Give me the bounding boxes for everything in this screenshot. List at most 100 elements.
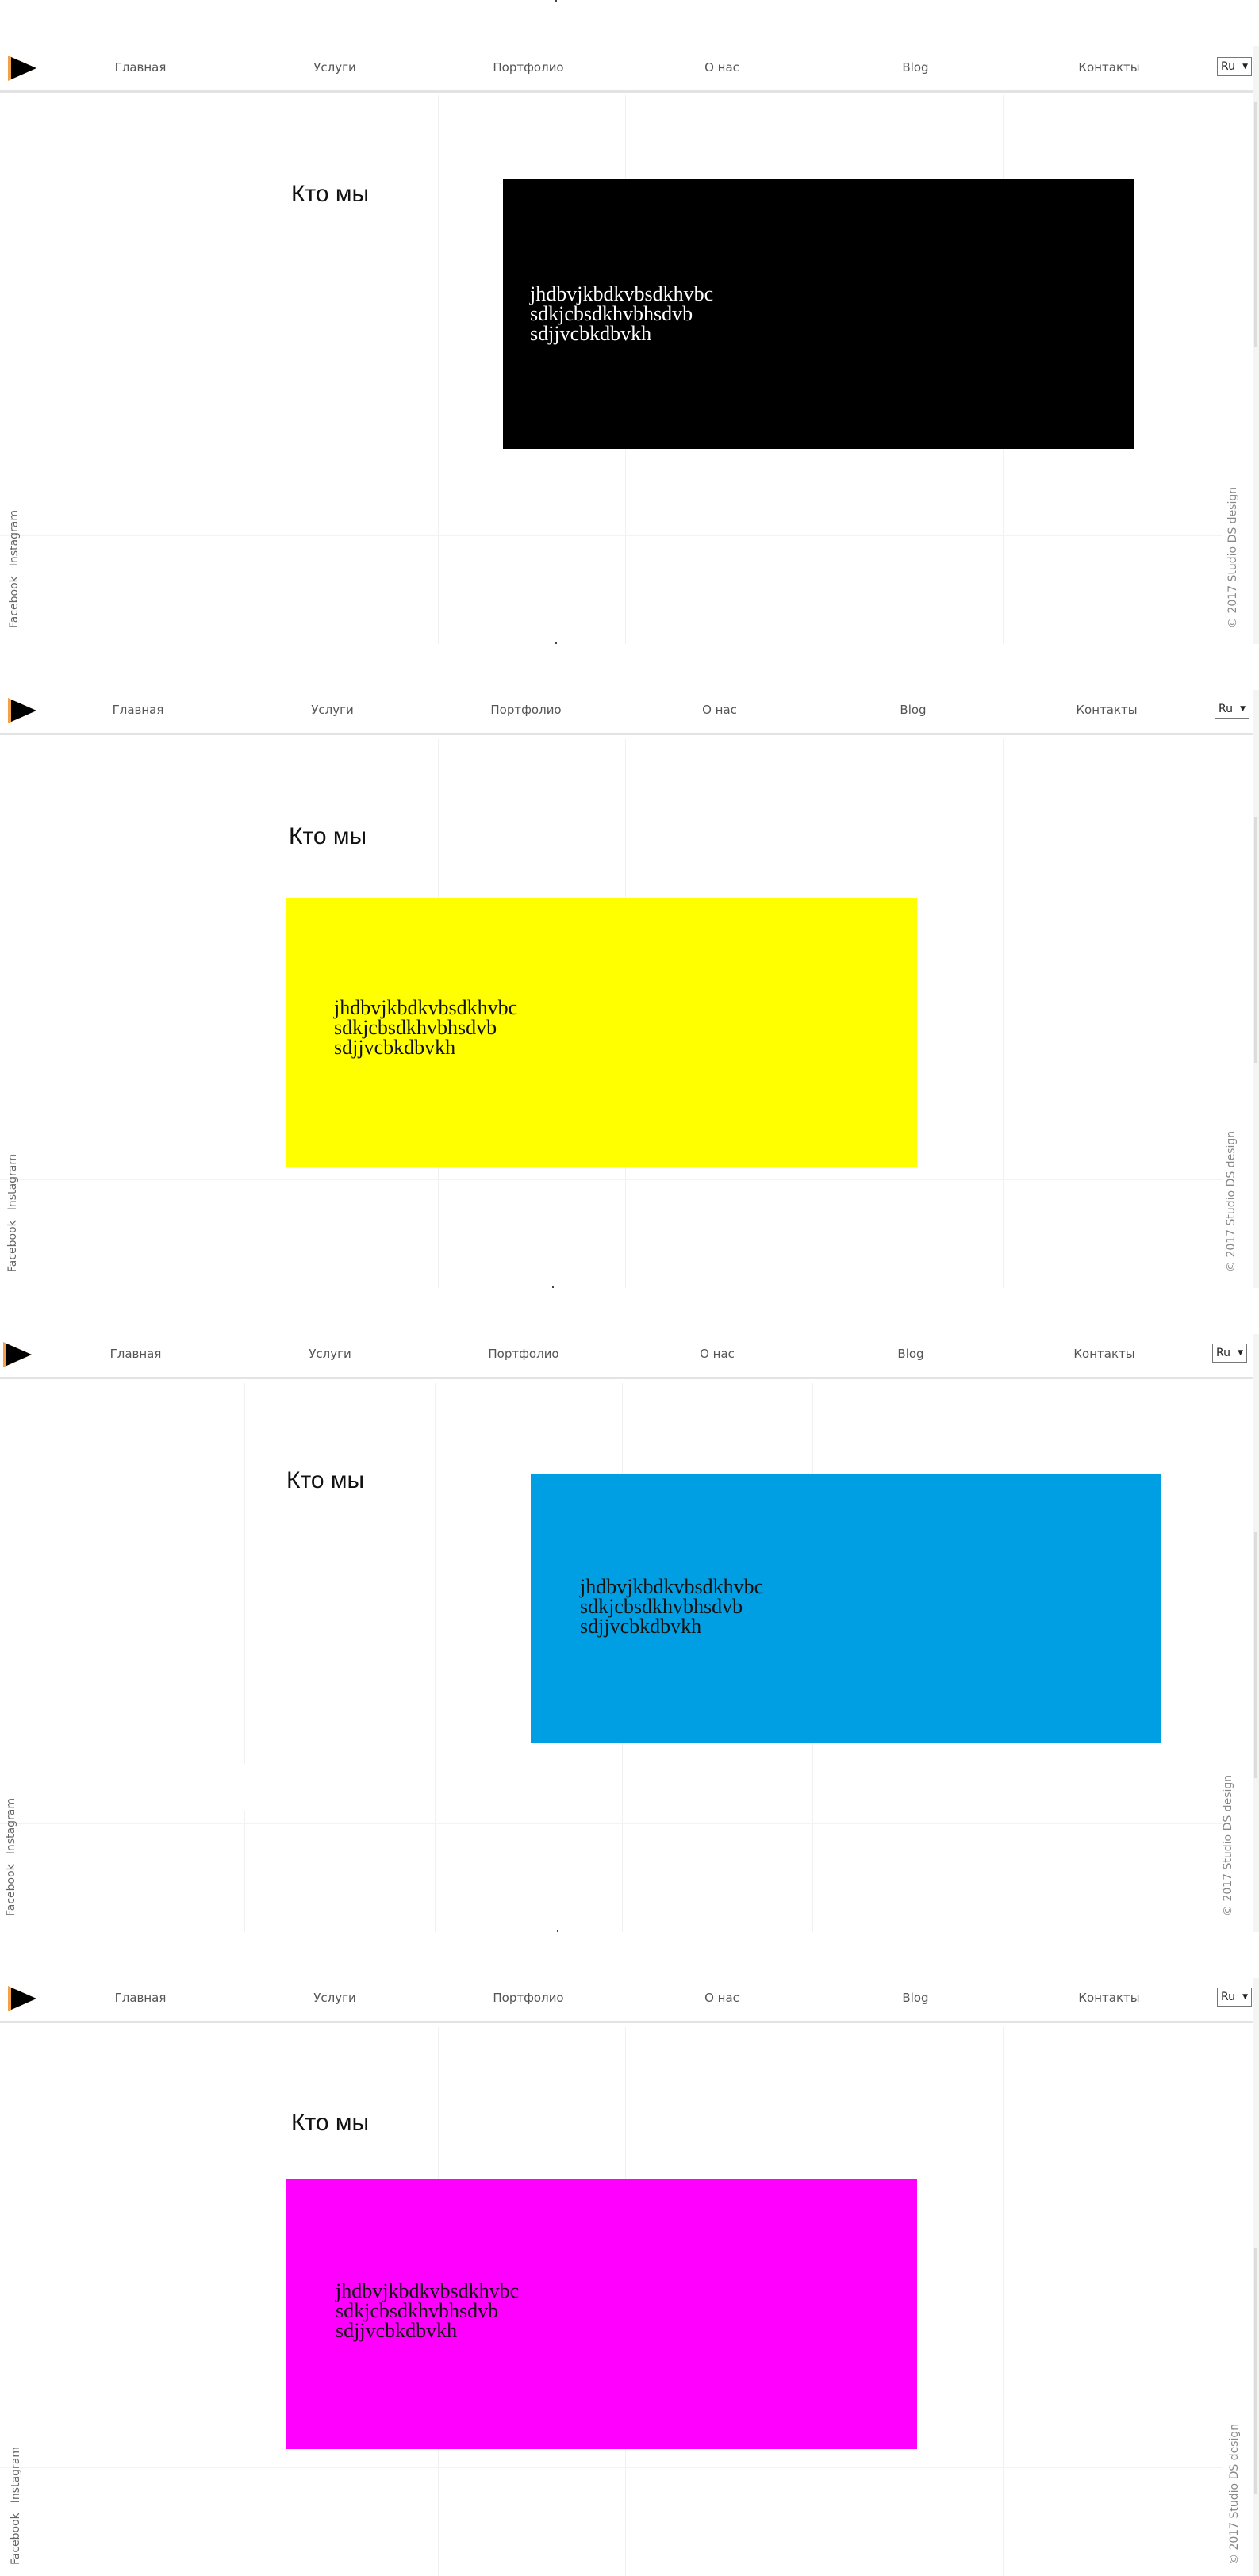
- nav-home[interactable]: Главная: [115, 1991, 167, 2005]
- language-select[interactable]: Ru ▼: [1217, 1988, 1252, 2007]
- card-text-line: sdjjvcbkdbvkh: [530, 322, 652, 345]
- scrollbar[interactable]: [1253, 690, 1259, 1288]
- scrollbar[interactable]: [1253, 1978, 1259, 2576]
- nav-blog[interactable]: Blog: [902, 1991, 928, 2005]
- nav-portfolio[interactable]: Портфолио: [490, 703, 561, 717]
- language-select[interactable]: Ru ▼: [1212, 1344, 1247, 1363]
- card-text: jhdbvjkbdkvbsdkhvbc sdkjcbsdkhvbhsdvb sd…: [530, 282, 714, 345]
- card-text-line: sdjjvcbkdbvkh: [336, 2319, 458, 2342]
- card-text-line: jhdbvjkbdkvbsdkhvbc: [580, 1575, 764, 1598]
- social-links: Facebook Instagram: [5, 1788, 17, 1916]
- facebook-link[interactable]: Facebook: [6, 1220, 19, 1272]
- screen-4: Главная Услуги Портфолио О нас Blog Конт…: [0, 1932, 1259, 2576]
- header: Главная Услуги Портфолио О нас Blog Конт…: [0, 1976, 1259, 2023]
- grid-line: [438, 95, 439, 644]
- about-card: jhdbvjkbdkvbsdkhvbc sdkjcbsdkhvbhsdvb sd…: [531, 1474, 1161, 1743]
- nav-home[interactable]: Главная: [115, 60, 167, 75]
- nav-portfolio[interactable]: Портфолио: [493, 60, 563, 75]
- card-text-line: jhdbvjkbdkvbsdkhvbc: [334, 996, 518, 1019]
- grid-line: [0, 1823, 1222, 1824]
- scrollbar-thumb[interactable]: [1254, 1532, 1257, 1778]
- nav-services[interactable]: Услуги: [313, 1991, 355, 2005]
- grid-line: [0, 535, 1222, 536]
- card-text-line: sdjjvcbkdbvkh: [334, 1036, 456, 1059]
- logo-icon[interactable]: [6, 54, 38, 82]
- nav-contacts[interactable]: Контакты: [1078, 1991, 1139, 2005]
- instagram-link[interactable]: Instagram: [5, 1798, 17, 1854]
- scrollbar-thumb[interactable]: [1254, 817, 1257, 1063]
- nav-about[interactable]: О нас: [700, 1347, 735, 1361]
- header: Главная Услуги Портфолио О нас Blog Конт…: [0, 46, 1259, 93]
- facebook-link[interactable]: Facebook: [8, 576, 21, 628]
- nav-about[interactable]: О нас: [704, 60, 739, 75]
- screen-3: Главная Услуги Портфолио О нас Blog Конт…: [0, 1288, 1259, 1932]
- scrollbar-thumb[interactable]: [1254, 102, 1257, 347]
- nav-about[interactable]: О нас: [702, 703, 737, 717]
- copyright: © 2017 Studio DS design: [1226, 486, 1239, 628]
- nav-blog[interactable]: Blog: [897, 1347, 923, 1361]
- card-text-line: sdjjvcbkdbvkh: [580, 1615, 702, 1638]
- grid-line: [0, 1179, 1222, 1180]
- about-card: jhdbvjkbdkvbsdkhvbc sdkjcbsdkhvbhsdvb sd…: [286, 898, 917, 1167]
- chevron-down-icon: ▼: [1240, 705, 1246, 713]
- nav-contacts[interactable]: Контакты: [1073, 1347, 1134, 1361]
- chevron-down-icon: ▼: [1238, 1349, 1243, 1357]
- grid-line: [244, 1383, 245, 1764]
- instagram-link[interactable]: Instagram: [10, 2447, 22, 2503]
- card-text-line: jhdbvjkbdkvbsdkhvbc: [336, 2279, 520, 2302]
- screen-2: Главная Услуги Портфолио О нас Blog Конт…: [0, 644, 1259, 1288]
- card-text-line: sdkjcbsdkhvbhsdvb: [334, 1016, 497, 1039]
- instagram-link[interactable]: Instagram: [6, 1154, 19, 1210]
- language-select[interactable]: Ru ▼: [1217, 57, 1252, 76]
- about-card: jhdbvjkbdkvbsdkhvbc sdkjcbsdkhvbhsdvb sd…: [286, 2179, 917, 2449]
- nav-blog[interactable]: Blog: [902, 60, 928, 75]
- social-links: Facebook Instagram: [8, 500, 21, 628]
- header: Главная Услуги Портфолио О нас Blog Конт…: [0, 1332, 1259, 1379]
- grid-line: [0, 2467, 1222, 2468]
- logo-icon[interactable]: [2, 1340, 33, 1369]
- card-text: jhdbvjkbdkvbsdkhvbc sdkjcbsdkhvbhsdvb sd…: [580, 1575, 764, 1638]
- scrollbar-thumb[interactable]: [1254, 2248, 1257, 2494]
- instagram-link[interactable]: Instagram: [8, 510, 21, 566]
- grid-line: [435, 1383, 436, 1932]
- language-value: Ru: [1219, 703, 1233, 715]
- nav-portfolio[interactable]: Портфолио: [493, 1991, 563, 2005]
- language-value: Ru: [1221, 60, 1235, 73]
- grid-line: [1003, 739, 1004, 1288]
- language-value: Ru: [1221, 1991, 1235, 2003]
- scroll-marker: [555, 0, 557, 2]
- copyright: © 2017 Studio DS design: [1228, 2423, 1241, 2565]
- chevron-down-icon: ▼: [1242, 63, 1248, 71]
- card-text: jhdbvjkbdkvbsdkhvbc sdkjcbsdkhvbhsdvb sd…: [334, 996, 518, 1059]
- language-select[interactable]: Ru ▼: [1215, 700, 1249, 719]
- card-text-line: sdkjcbsdkhvbhsdvb: [580, 1595, 743, 1618]
- nav-about[interactable]: О нас: [704, 1991, 739, 2005]
- nav-home[interactable]: Главная: [110, 1347, 162, 1361]
- scrollbar[interactable]: [1253, 46, 1259, 644]
- nav-portfolio[interactable]: Портфолио: [488, 1347, 558, 1361]
- logo-icon[interactable]: [6, 696, 38, 725]
- facebook-link[interactable]: Facebook: [5, 1864, 17, 1916]
- page-title: Кто мы: [291, 181, 370, 207]
- scrollbar[interactable]: [1253, 1334, 1259, 1932]
- nav-services[interactable]: Услуги: [313, 60, 355, 75]
- screen-1: Главная Услуги Портфолио О нас Blog Конт…: [0, 0, 1259, 644]
- page-title: Кто мы: [286, 1467, 365, 1493]
- nav-blog[interactable]: Blog: [900, 703, 926, 717]
- logo-icon[interactable]: [6, 1984, 38, 2013]
- page-title: Кто мы: [289, 823, 367, 849]
- header: Главная Услуги Портфолио О нас Blog Конт…: [0, 688, 1259, 735]
- nav-services[interactable]: Услуги: [311, 703, 353, 717]
- language-value: Ru: [1216, 1347, 1230, 1359]
- social-links: Facebook Instagram: [10, 2437, 22, 2565]
- nav-home[interactable]: Главная: [113, 703, 164, 717]
- nav-contacts[interactable]: Контакты: [1078, 60, 1139, 75]
- facebook-link[interactable]: Facebook: [10, 2513, 22, 2565]
- social-links: Facebook Instagram: [6, 1144, 19, 1272]
- nav-contacts[interactable]: Контакты: [1076, 703, 1137, 717]
- nav-services[interactable]: Услуги: [309, 1347, 351, 1361]
- card-text-line: jhdbvjkbdkvbsdkhvbc: [530, 282, 714, 305]
- about-card: jhdbvjkbdkvbsdkhvbc sdkjcbsdkhvbhsdvb sd…: [503, 179, 1134, 449]
- copyright: © 2017 Studio DS design: [1222, 1774, 1234, 1916]
- grid-line: [244, 1811, 245, 1932]
